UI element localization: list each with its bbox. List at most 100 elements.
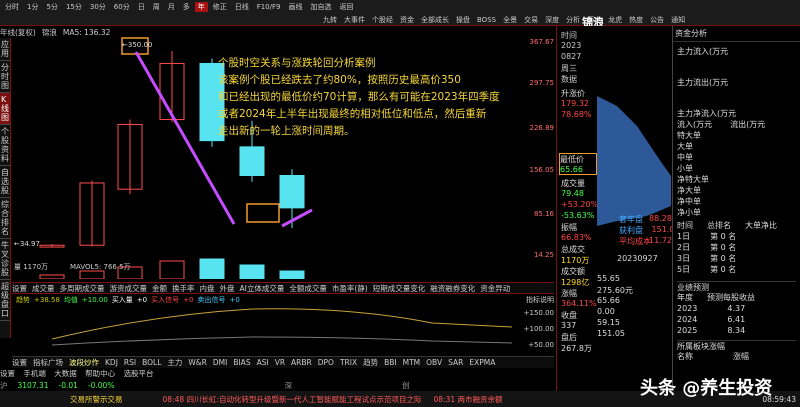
tb-item[interactable]: 修正 — [210, 2, 230, 12]
tb-item[interactable]: 全景 — [500, 15, 520, 25]
tb-item[interactable]: 1分 — [24, 2, 41, 12]
rank: 第 0 名 — [710, 232, 737, 241]
cost-label: 套牢盘 — [619, 215, 643, 224]
tb-item[interactable]: 返回 — [336, 2, 356, 12]
ind-tab[interactable]: VR — [275, 358, 285, 367]
sidebar-item[interactable]: 自选股 — [0, 166, 10, 198]
tb-item[interactable]: 日 — [135, 2, 148, 12]
ind-tab[interactable]: TRIX — [340, 358, 357, 367]
tb-item[interactable]: 60分 — [111, 2, 133, 12]
status-link[interactable]: 手机端 — [23, 369, 46, 378]
extra-value: 55.65 — [597, 274, 620, 283]
stat-label: 成交量 — [561, 179, 585, 188]
sidebar-item[interactable]: 超级盘口 — [0, 280, 10, 321]
tb-item[interactable]: 年 — [194, 2, 208, 12]
note-line: 该案例个股已经跌去了约80%，按照历史最高价350 — [218, 74, 461, 86]
tb-item[interactable]: 周 — [150, 2, 163, 12]
tb-item[interactable]: 个股经 — [369, 15, 396, 25]
trend-arrow-up — [281, 208, 313, 228]
tb-item[interactable]: 资金 — [397, 15, 417, 25]
tb-item[interactable]: BOSS — [474, 16, 499, 24]
forecast-head: 年度 预测每股收益 — [677, 292, 796, 303]
tb-item[interactable]: 大事件 — [341, 15, 368, 25]
ind-tab[interactable]: RSI — [124, 358, 136, 367]
sidebar-item[interactable]: 分时图 — [0, 61, 10, 93]
stat-label: 盘后 — [561, 333, 577, 342]
lower-tab[interactable]: 外盘 — [220, 283, 235, 294]
ind-tab[interactable]: BBI — [384, 358, 397, 367]
ind-tab[interactable]: DPO — [318, 358, 334, 367]
tb-item[interactable]: 画线 — [285, 2, 305, 12]
tb-item[interactable]: 热度 — [626, 15, 646, 25]
ind-tab[interactable]: 指标广场 — [33, 357, 63, 368]
market-name: 深 — [284, 380, 292, 390]
status-link[interactable]: 设置 — [0, 369, 15, 378]
tb-item[interactable]: F10/F9 — [254, 3, 284, 11]
extra-value: 151.05 — [597, 329, 625, 338]
rank: 第 0 名 — [710, 243, 737, 252]
ind-tab[interactable]: MTM — [403, 358, 421, 367]
lower-tab[interactable]: 多周期成交量 — [60, 283, 105, 294]
lower-tab[interactable]: 成交量 — [32, 283, 55, 294]
tb-item[interactable]: 月 — [165, 2, 178, 12]
status-link[interactable]: 帮助中心 — [85, 369, 115, 378]
lower-tab[interactable]: 资金异动 — [480, 283, 510, 294]
lower-tab[interactable]: 市盈率(静) — [332, 283, 368, 294]
legend-item: 卖出信号 — [197, 296, 226, 304]
tb-item[interactable]: 多 — [180, 2, 193, 12]
sidebar-item[interactable]: 应用 — [0, 38, 10, 61]
volume-bar — [199, 258, 225, 280]
lower-tab[interactable]: 内盘 — [200, 283, 215, 294]
status-link[interactable]: 选股平台 — [124, 369, 154, 378]
ind-tab[interactable]: W&R — [188, 358, 206, 367]
market-name: 沪 — [0, 380, 8, 390]
extra-values: 55.65 275.60元 65.66 0.00 59.15 151.05 — [597, 274, 633, 340]
tb-item[interactable]: 30分 — [87, 2, 109, 12]
lower-tab[interactable]: 设置 — [12, 283, 27, 294]
cat-row: 中单 — [677, 153, 693, 162]
ind-tab[interactable]: BIAS — [233, 358, 250, 367]
lower-tab[interactable]: 全额成交量 — [289, 283, 327, 294]
tb-item[interactable]: 九转 — [320, 15, 340, 25]
ind-tab[interactable]: BOLL — [142, 358, 161, 367]
tb-item[interactable]: 交易 — [521, 15, 541, 25]
indicator-help[interactable]: 指标说明 — [526, 295, 554, 305]
lower-tab[interactable]: 换手率 — [172, 283, 195, 294]
market-name: 创 — [401, 380, 410, 390]
ind-tab[interactable]: 趋势 — [363, 357, 378, 368]
ind-tab[interactable]: OBV — [426, 358, 442, 367]
ind-tab[interactable]: ARBR — [291, 358, 312, 367]
ind-tab[interactable]: 波段炒作 — [69, 357, 99, 368]
lower-tab[interactable]: AI立体成交量 — [240, 283, 285, 294]
tb-item[interactable]: 全部成长 — [418, 15, 452, 25]
tb-item[interactable]: 15分 — [63, 2, 85, 12]
indicator-legend: 趋势 +38.58 均值 +10.00 买入量 +0 买入信号 +0 卖出信号 … — [16, 295, 240, 305]
status-link[interactable]: 大数据 — [54, 369, 77, 378]
ind-tab[interactable]: SAR — [448, 358, 463, 367]
sidebar-item[interactable]: 个股资料 — [0, 125, 10, 166]
sidebar-item[interactable]: 综合排名 — [0, 198, 10, 239]
ind-tab[interactable]: 设置 — [12, 357, 27, 368]
top-toolbar: 分时 1分 5分 15分 30分 60分 日 周 月 多 年 修正 日线 F10… — [0, 0, 800, 29]
ind-tab[interactable]: EXPMA — [469, 358, 495, 367]
tb-item[interactable]: 5分 — [43, 2, 60, 12]
tb-item[interactable]: 通知 — [668, 15, 688, 25]
lower-tab[interactable]: 游资成交量 — [110, 283, 148, 294]
ind-tab[interactable]: ASI — [257, 358, 269, 367]
sidebar-item[interactable]: 牛叉诊股 — [0, 239, 10, 280]
tb-item[interactable]: 龙虎 — [605, 15, 625, 25]
tb-item[interactable]: 加自选 — [307, 2, 334, 12]
ind-tab[interactable]: 主力 — [167, 357, 182, 368]
tb-item[interactable]: 深度 — [542, 15, 562, 25]
lower-tab[interactable]: 短期成交量变化 — [373, 283, 426, 294]
lower-tab[interactable]: 融资融券变化 — [430, 283, 475, 294]
tb-item[interactable]: 分析 — [563, 15, 583, 25]
tb-item[interactable]: 分时 — [2, 2, 22, 12]
sidebar-item[interactable]: K线图 — [0, 93, 10, 125]
tb-item[interactable]: 公告 — [647, 15, 667, 25]
ind-tab[interactable]: DMI — [213, 358, 227, 367]
tb-item[interactable]: 操盘 — [453, 15, 473, 25]
lower-tab[interactable]: 金额 — [152, 283, 167, 294]
tb-item[interactable]: 日线 — [232, 2, 252, 12]
ind-tab[interactable]: KDJ — [105, 358, 118, 367]
